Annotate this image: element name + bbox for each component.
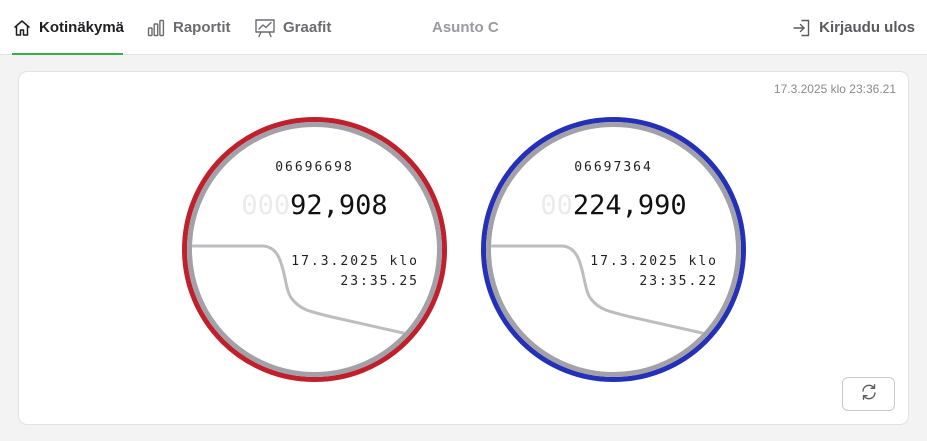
meter-reading-leading-digits: 000 (241, 190, 291, 221)
meter-reading-time: 23:35.22 (639, 274, 718, 289)
home-icon (12, 18, 32, 38)
meter-reading-value: 224,990 (572, 190, 687, 221)
logout-button[interactable]: Kirjaudu ulos (792, 0, 915, 55)
meter-serial-number: 06696698 (275, 160, 354, 175)
nav-tab-home[interactable]: Kotinäkymä (12, 0, 125, 55)
meter-dial: 06696698 00092,908 17.3.2025 klo 23:35.2… (187, 122, 442, 377)
bar-chart-icon (146, 18, 166, 38)
meter-reading-date: 17.3.2025 klo (590, 254, 718, 269)
meter-reading: 00092,908 (192, 190, 437, 221)
meter-reading: 00224,990 (491, 190, 736, 221)
logout-label: Kirjaudu ulos (819, 19, 915, 36)
meters-card: 17.3.2025 klo 23:36.21 06696698 00092,90… (18, 71, 909, 425)
apartment-name: Asunto C (432, 19, 499, 36)
presentation-chart-icon (254, 18, 276, 38)
meter-reading-datetime: 17.3.2025 klo 23:35.22 (590, 252, 718, 292)
refresh-button[interactable] (842, 377, 895, 411)
logout-icon (792, 18, 812, 38)
meter-dial: 06697364 00224,990 17.3.2025 klo 23:35.2… (486, 122, 741, 377)
refresh-icon (860, 383, 878, 406)
nav-tab-home-label: Kotinäkymä (39, 19, 125, 36)
top-navigation: Kotinäkymä Raportit Graafit Asunto C Kir… (0, 0, 927, 55)
water-meter-2: 06697364 00224,990 17.3.2025 klo 23:35.2… (481, 117, 746, 382)
meter-reading-value: 92,908 (290, 190, 388, 221)
last-updated-timestamp: 17.3.2025 klo 23:36.21 (773, 82, 896, 96)
meter-reading-date: 17.3.2025 klo (291, 254, 419, 269)
water-meter-1: 06696698 00092,908 17.3.2025 klo 23:35.2… (182, 117, 447, 382)
meter-serial-number: 06697364 (574, 160, 653, 175)
nav-tab-graphs-label: Graafit (283, 19, 332, 36)
nav-tab-reports[interactable]: Raportit (146, 0, 231, 55)
meter-reading-leading-digits: 00 (540, 190, 573, 221)
nav-tab-graphs[interactable]: Graafit (254, 0, 331, 55)
meter-reading-time: 23:35.25 (340, 274, 419, 289)
meter-reading-datetime: 17.3.2025 klo 23:35.25 (291, 252, 419, 292)
nav-tab-reports-label: Raportit (173, 19, 231, 36)
